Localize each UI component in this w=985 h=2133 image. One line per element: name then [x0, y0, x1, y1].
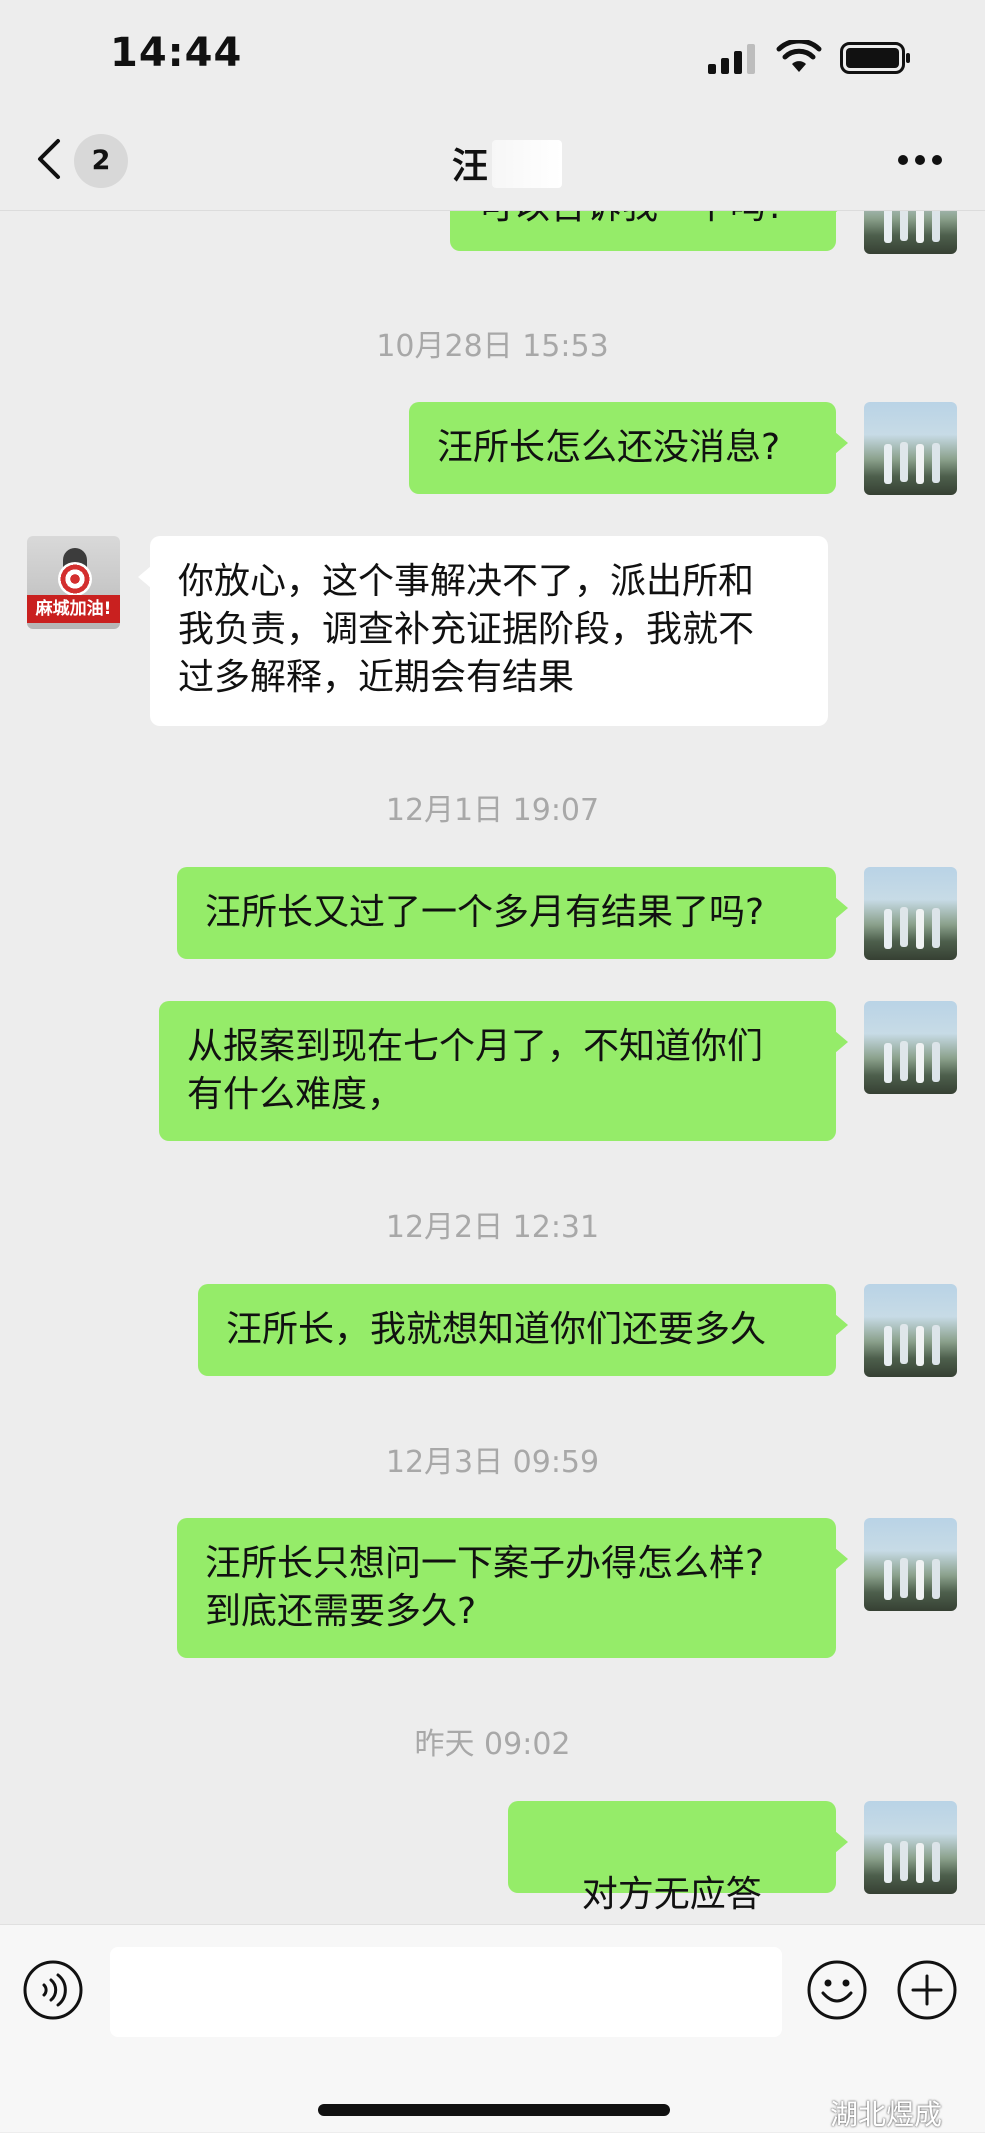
my-avatar[interactable] — [864, 1284, 957, 1377]
input-bar: 湖北煜成 — [0, 1924, 985, 2132]
chat-title: 汪 — [452, 146, 489, 187]
message-bubble-sent[interactable]: 从报案到现在七个月了，不知道你们 有什么难度， — [159, 1001, 848, 1141]
message-bubble-sent[interactable]: 可以告诉我一下吗? — [450, 211, 848, 251]
missed-call-bubble[interactable]: 对方无应答 — [508, 1801, 848, 1915]
chat-header: 2 汪 — [0, 115, 985, 211]
back-chevron-icon[interactable] — [34, 135, 64, 183]
title-redaction — [492, 140, 562, 188]
message-list[interactable]: 可以告诉我一下吗? 10月28日 15:53 汪所长怎么还没消息? 麻城加油! … — [0, 211, 985, 1924]
message-bubble-sent[interactable]: 汪所长只想问一下案子办得怎么样? 到底还需要多久? — [177, 1518, 848, 1658]
call-status-text: 对方无应答 — [581, 1874, 762, 1915]
my-avatar[interactable] — [864, 402, 957, 495]
avatar-label: 麻城加油! — [27, 595, 120, 623]
watermark: 湖北煜成 — [830, 2098, 943, 2131]
timestamp-divider: 12月2日 12:31 — [385, 1210, 600, 1245]
target-icon — [58, 562, 92, 596]
home-indicator[interactable] — [318, 2104, 670, 2116]
wifi-icon — [776, 40, 822, 72]
my-avatar[interactable] — [864, 1518, 957, 1611]
more-options-icon[interactable] — [896, 153, 944, 167]
status-time: 14:44 — [110, 30, 243, 76]
message-bubble-sent[interactable]: 汪所长怎么还没消息? — [409, 402, 848, 494]
message-input[interactable] — [110, 1947, 782, 2037]
my-avatar[interactable] — [864, 1001, 957, 1094]
message-bubble-sent[interactable]: 汪所长又过了一个多月有结果了吗? — [177, 867, 848, 959]
add-attachment-icon[interactable] — [896, 1959, 958, 2021]
cellular-signal-icon — [708, 44, 755, 74]
timestamp-divider: 昨天 09:02 — [414, 1727, 571, 1762]
my-avatar[interactable] — [864, 211, 957, 254]
timestamp-divider: 12月3日 09:59 — [385, 1445, 600, 1480]
voice-input-icon[interactable] — [22, 1959, 84, 2021]
my-avatar[interactable] — [864, 1801, 957, 1894]
message-bubble-sent[interactable]: 汪所长，我就想知道你们还要多久 — [198, 1284, 848, 1376]
battery-icon — [840, 42, 910, 74]
contact-avatar[interactable]: 麻城加油! — [27, 536, 120, 629]
timestamp-divider: 10月28日 15:53 — [376, 329, 609, 364]
emoji-icon[interactable] — [806, 1959, 868, 2021]
status-bar: 14:44 — [0, 0, 985, 115]
message-bubble-received[interactable]: 你放心，这个事解决不了，派出所和 我负责，调查补充证据阶段，我就不 过多解释，近… — [138, 536, 828, 726]
my-avatar[interactable] — [864, 867, 957, 960]
timestamp-divider: 12月1日 19:07 — [385, 793, 600, 828]
unread-count-badge[interactable]: 2 — [74, 134, 128, 188]
